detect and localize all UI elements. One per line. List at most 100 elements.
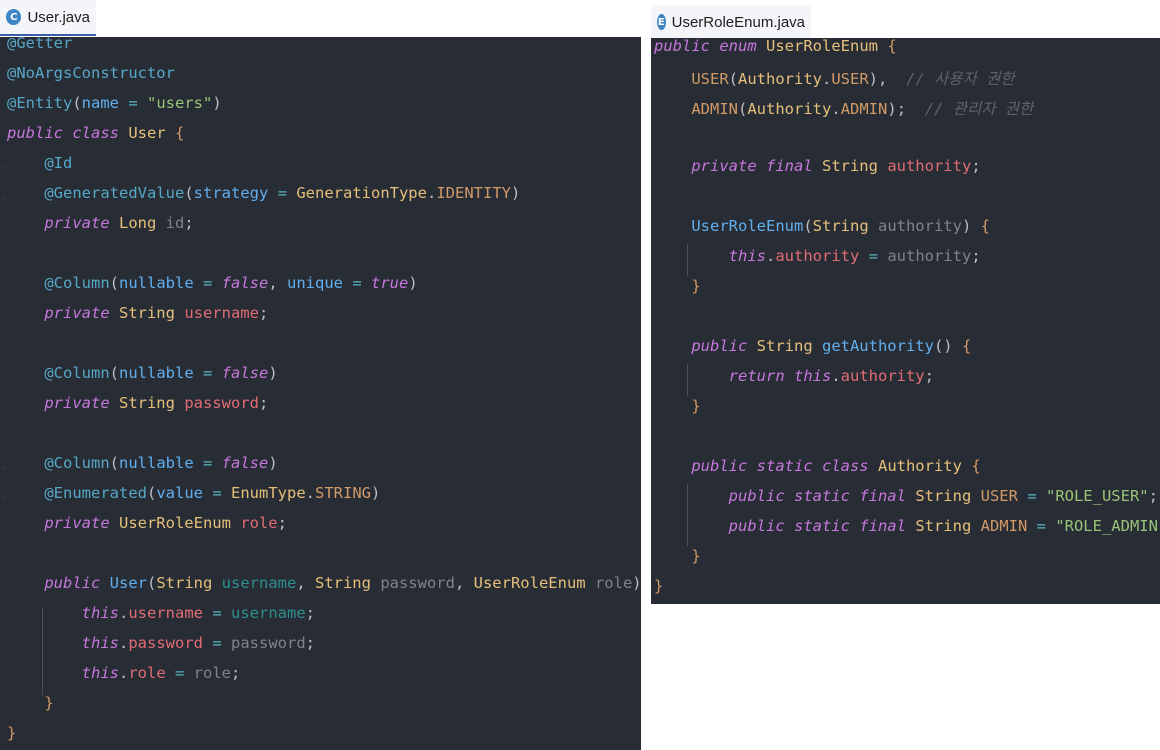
code-line: return this.authority; [654, 367, 934, 397]
code-token: static [793, 487, 860, 505]
code-token: nullable [119, 364, 203, 382]
code-token: public [691, 457, 757, 475]
code-token: = [1036, 517, 1056, 535]
code-token: false [221, 274, 269, 292]
code-token: String [812, 217, 878, 235]
code-line: } [7, 694, 53, 724]
code-token: ( [184, 184, 194, 202]
code-token: static [793, 517, 860, 535]
tab-userroleenum-java[interactable]: E UserRoleEnum.java [651, 5, 811, 41]
code-token: unique [287, 274, 353, 292]
code-line: public static class Authority { [654, 457, 980, 487]
code-token: id [165, 214, 185, 232]
code-token: "users" [147, 94, 213, 112]
code-token: authority [877, 217, 962, 235]
code-token: ADMIN [980, 517, 1037, 535]
code-line: @Enumerated(value = EnumType.STRING) [7, 484, 380, 514]
code-token: IDENTITY [436, 184, 511, 202]
code-token: = [212, 604, 231, 622]
code-token: public [728, 517, 794, 535]
code-editor-user-java[interactable]: ◦ ◦ ◦ ◦ @Getter @NoArgsConstructor @Entity… [0, 37, 641, 750]
code-line: private final String authority; [654, 157, 980, 187]
code-token: @Enumerated [44, 484, 147, 502]
code-token: authority [840, 367, 925, 385]
code-token: ; [305, 604, 315, 622]
code-token: public [728, 487, 794, 505]
code-token: public [654, 38, 720, 55]
code-editor-userroleenum-java[interactable]: public enum UserRoleEnum { USER(Authorit… [651, 38, 1160, 604]
code-token: @Column [44, 364, 110, 382]
code-token: false [221, 364, 269, 382]
code-token: . [822, 70, 832, 88]
code-token: @Id [44, 154, 73, 172]
code-token: = [203, 274, 222, 292]
code-line: public static final String ADMIN = "ROLE… [654, 517, 1160, 547]
code-token: UserRoleEnum [766, 38, 888, 55]
code-line: this.password = password; [7, 634, 315, 664]
code-token: public [44, 574, 110, 592]
code-line: } [654, 397, 700, 427]
code-token: = [203, 364, 222, 382]
code-token: = [277, 184, 297, 202]
code-line: } [7, 724, 16, 750]
code-token: ; [231, 664, 241, 682]
code-token: } [691, 277, 701, 295]
code-line: @Column(nullable = false) [7, 364, 278, 394]
code-token: password [231, 634, 306, 652]
code-token: = [128, 94, 148, 112]
code-token: = [868, 247, 888, 265]
tab-label: UserRoleEnum.java [671, 13, 805, 31]
code-token: ), [868, 70, 906, 88]
code-line: public String getAuthority() { [654, 337, 971, 367]
code-token: () [933, 337, 962, 355]
code-token: UserRoleEnum [473, 574, 595, 592]
code-token: authority [887, 157, 972, 175]
code-line: private String username; [7, 304, 268, 334]
code-token: ; [258, 394, 269, 412]
code-token: username [221, 574, 297, 592]
code-token: public [7, 124, 73, 142]
code-line: } [654, 577, 663, 604]
code-token: ( [109, 364, 119, 382]
code-token: ) [268, 454, 278, 472]
code-token: ( [146, 574, 157, 592]
code-token: true [371, 274, 409, 292]
code-token: } [654, 577, 664, 595]
code-line: this.username = username; [7, 604, 315, 634]
code-token: ( [728, 70, 738, 88]
code-token: ; [184, 214, 194, 232]
code-token: private [44, 514, 119, 532]
code-token: { [980, 217, 990, 235]
code-token: = [203, 454, 222, 472]
code-token: username [184, 304, 259, 322]
tab-user-java[interactable]: C User.java [0, 0, 96, 36]
code-token: STRING [315, 484, 371, 502]
code-token: String [915, 517, 981, 535]
code-token: this [793, 367, 832, 385]
code-line: UserRoleEnum(String authority) { [654, 217, 990, 247]
code-token: role [594, 574, 633, 592]
code-token: { [887, 38, 897, 55]
code-token: String [756, 337, 822, 355]
code-token: . [118, 664, 129, 682]
code-line: @NoArgsConstructor [7, 64, 175, 94]
code-token: getAuthority [821, 337, 934, 355]
code-token: authority [887, 247, 972, 265]
code-token: ) [268, 364, 278, 382]
code-token: ( [109, 454, 119, 472]
code-token: username [231, 604, 306, 622]
code-token: User [128, 124, 175, 142]
code-token: ; [277, 514, 287, 532]
